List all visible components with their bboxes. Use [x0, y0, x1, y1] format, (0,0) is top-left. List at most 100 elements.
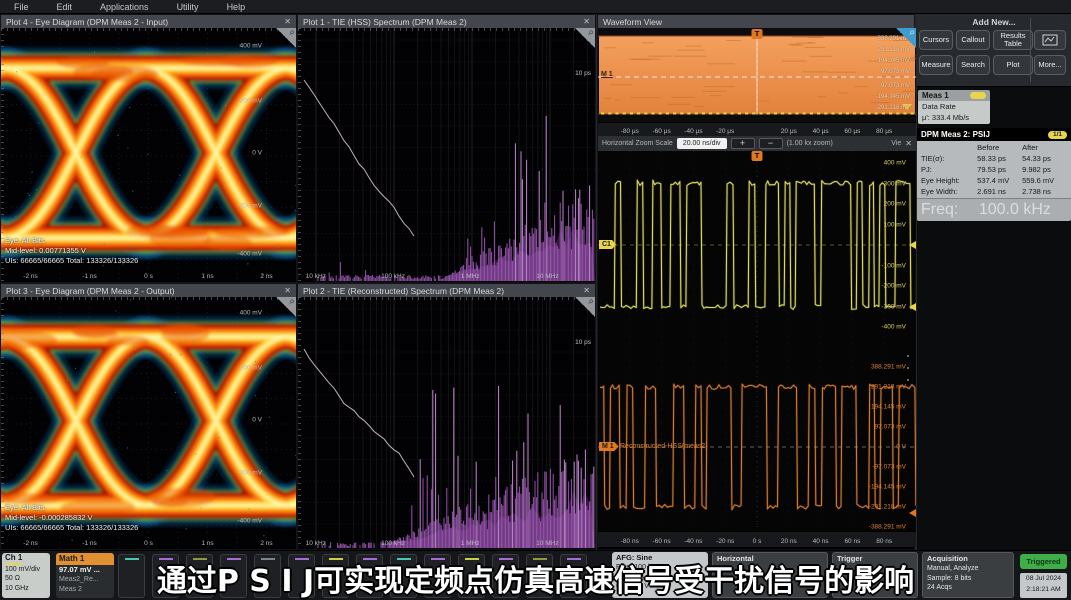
plot3-title-bar[interactable]: Plot 3 - Eye Diagram (DPM Meas 2 - Outpu…: [1, 284, 296, 298]
math1-trace-label: Reconstructed-HSS(meas2): [620, 443, 708, 450]
y-tick-label: 300 mV: [884, 180, 906, 187]
plot4-close-icon[interactable]: ✕: [284, 18, 291, 26]
datetime-display: 08 Jul 2024 2:18:21 AM: [1020, 573, 1067, 598]
dpm-col-spacer: [921, 143, 977, 152]
dpm-result-row: Eye Width:2.691 ns2.738 ns: [917, 186, 1071, 197]
meas1-badge-card[interactable]: Meas 1 Data Rate μ': 333.4 Mb/s: [918, 90, 990, 124]
y-tick-label: 194.145 mV: [871, 404, 906, 411]
triggered-status-button[interactable]: Triggered: [1020, 554, 1067, 569]
trigger-marker-icon[interactable]: T: [752, 29, 763, 39]
oscilloscope-app: File Edit Applications Utility Help Plot 4 -…: [0, 0, 1071, 600]
x-tick-label: 20 ns: [781, 538, 797, 545]
x-tick-label: -2 ns: [23, 540, 37, 547]
x-tick-label: 40 μs: [813, 128, 829, 135]
panel-plot4-eye-input: Plot 4 - Eye Diagram (DPM Meas 2 - Input…: [0, 14, 297, 283]
plot2-title-bar[interactable]: Plot 2 - TIE (Reconstructed) Spectrum (D…: [298, 284, 595, 298]
horizontal-zoom-bar: Horizontal Zoom Scale 20.00 ns/div + − (…: [598, 136, 916, 151]
dpm-after-value: 9.982 ps: [1022, 165, 1067, 174]
button-divider: [1030, 18, 1031, 82]
zoom-out-button[interactable]: −: [759, 138, 783, 149]
x-tick-label: 2 ns: [260, 273, 272, 280]
more-button[interactable]: More...: [1034, 55, 1066, 75]
plot1-title-bar[interactable]: Plot 1 - TIE (HSS) Spectrum (DPM Meas 2)…: [298, 15, 595, 29]
add-plot-button[interactable]: Plot: [993, 55, 1033, 75]
plot-zoom-corner-icon[interactable]: ⌕: [276, 297, 296, 317]
add-results-table-button[interactable]: Results Table: [993, 30, 1033, 50]
x-tick-label: 100 kHz: [381, 540, 405, 547]
measurement-mini-badge[interactable]: [118, 554, 145, 598]
x-tick-label: 80 ns: [876, 538, 892, 545]
channel1-level-arrow-icon[interactable]: [909, 241, 916, 249]
y-tick-label: 97.073 mV: [881, 69, 910, 75]
y-tick-label: 400 mV: [240, 310, 262, 317]
x-tick-label: -80 μs: [621, 128, 639, 135]
math1-status-badge[interactable]: Math 1 97.07 mV ... Meas2_Re... Meas 2: [56, 553, 114, 598]
dpm-title: DPM Meas 2: PSIJ: [921, 130, 990, 139]
x-tick-label: -60 ns: [653, 538, 671, 545]
menu-item-applications[interactable]: Applications: [100, 2, 149, 12]
dpm-after-value: 54.33 ps: [1022, 154, 1067, 163]
y-axis-label: 10 ps: [575, 70, 591, 77]
add-search-button[interactable]: Search: [956, 55, 990, 75]
menu-item-utility[interactable]: Utility: [177, 2, 199, 12]
y-tick-label: -200 mV: [237, 470, 262, 477]
plot1-close-icon[interactable]: ✕: [583, 18, 590, 26]
add-display-button[interactable]: [1034, 30, 1066, 50]
add-measure-button[interactable]: Measure: [919, 55, 953, 75]
plot1-plot-area[interactable]: 10 kHz100 kHz1 MHz10 MHz 10 ps ⌕: [298, 28, 595, 282]
view-label: Vie: [891, 140, 901, 147]
add-cursors-button[interactable]: Cursors: [919, 30, 953, 50]
plot3-plot-area[interactable]: 400 mV200 mV0 V-200 mV-400 mV -2 ns-1 ns…: [1, 297, 296, 549]
panel-splitter-handle[interactable]: [905, 355, 911, 381]
zoom-scale-value[interactable]: 20.00 ns/div: [677, 138, 727, 149]
waveform-zoom-area[interactable]: T C1 M 1 Reconstructed-HSS(meas2) 400 mV…: [598, 151, 916, 531]
meas1-type: Data Rate: [922, 102, 986, 113]
dpm-result-row: PJ:79.53 ps9.982 ps: [917, 164, 1071, 175]
plot4-title-bar[interactable]: Plot 4 - Eye Diagram (DPM Meas 2 - Input…: [1, 15, 296, 29]
panel-plot2-spectrum: Plot 2 - TIE (Reconstructed) Spectrum (D…: [297, 283, 596, 550]
y-tick-label: 388.291 mV: [871, 364, 906, 371]
y-tick-label: 200 mV: [240, 365, 262, 372]
plot2-close-icon[interactable]: ✕: [583, 287, 590, 295]
plot-zoom-corner-icon[interactable]: ⌕: [575, 28, 595, 48]
plot3-close-icon[interactable]: ✕: [284, 287, 291, 295]
plot1-title: Plot 1 - TIE (HSS) Spectrum (DPM Meas 2): [303, 17, 467, 27]
acquisition-panel[interactable]: Acquisition Manual, Analyze Sample: 8 bi…: [922, 552, 1014, 598]
plot4-plot-area[interactable]: 400 mV200 mV0 V-200 mV-400 mV -2 ns-1 ns…: [1, 28, 296, 282]
zoom-in-button[interactable]: +: [731, 138, 755, 149]
y-tick-label: -400 mV: [237, 251, 262, 258]
top-ruler: [298, 28, 595, 31]
overview-zoom-corner-icon[interactable]: ⌕: [896, 28, 916, 48]
x-tick-label: 60 ns: [844, 538, 860, 545]
top-ruler: [298, 297, 595, 300]
zoom-trigger-marker-icon[interactable]: T: [752, 151, 763, 161]
y-tick-label: -100 mV: [881, 262, 906, 269]
dpm-meas2-results-card[interactable]: DPM Meas 2: PSIJ 1/1 BeforeAfterTIE(σ):5…: [917, 128, 1071, 221]
channel1-status-badge[interactable]: Ch 1 100 mV/div 50 Ω 10 GHz: [2, 553, 50, 598]
x-tick-label: 40 ns: [813, 538, 829, 545]
menu-item-file[interactable]: File: [14, 2, 29, 12]
plot-zoom-corner-icon[interactable]: ⌕: [276, 28, 296, 48]
plot2-title: Plot 2 - TIE (Reconstructed) Spectrum (D…: [303, 286, 504, 296]
trigger-stem: [757, 39, 758, 115]
y-tick-label: -97.073 mV: [872, 464, 906, 471]
math1-level-arrow-icon[interactable]: [909, 509, 916, 517]
meas1-title: Meas 1: [922, 91, 949, 100]
add-callout-button[interactable]: Callout: [956, 30, 990, 50]
y-tick-label: 200 mV: [884, 201, 906, 208]
dpm-after-value: 2.738 ns: [1022, 187, 1067, 196]
x-tick-label: 20 μs: [781, 128, 797, 135]
x-tick-label: 1 MHz: [461, 273, 480, 280]
menu-item-help[interactable]: Help: [227, 2, 246, 12]
menu-item-edit[interactable]: Edit: [57, 2, 73, 12]
zoom-scale-label: Horizontal Zoom Scale: [602, 140, 673, 147]
waveform-title-bar[interactable]: Waveform View: [598, 15, 914, 29]
plot2-plot-area[interactable]: 10 kHz100 kHz1 MHz10 MHz 10 ps ⌕: [298, 297, 595, 549]
trigger-level-arrow-icon[interactable]: [909, 303, 916, 311]
overview-source-badge[interactable]: M 1: [601, 71, 613, 78]
waveform-overview[interactable]: M 1 T 388.291 mV291.218 mV194.145 mV97.0…: [598, 28, 916, 122]
plot-zoom-corner-icon[interactable]: ⌕: [575, 297, 595, 317]
dpm-before-value: 79.53 ps: [977, 165, 1022, 174]
zoom-close-icon[interactable]: ✕: [905, 140, 912, 148]
dpm-page-badge[interactable]: 1/1: [1048, 131, 1067, 139]
